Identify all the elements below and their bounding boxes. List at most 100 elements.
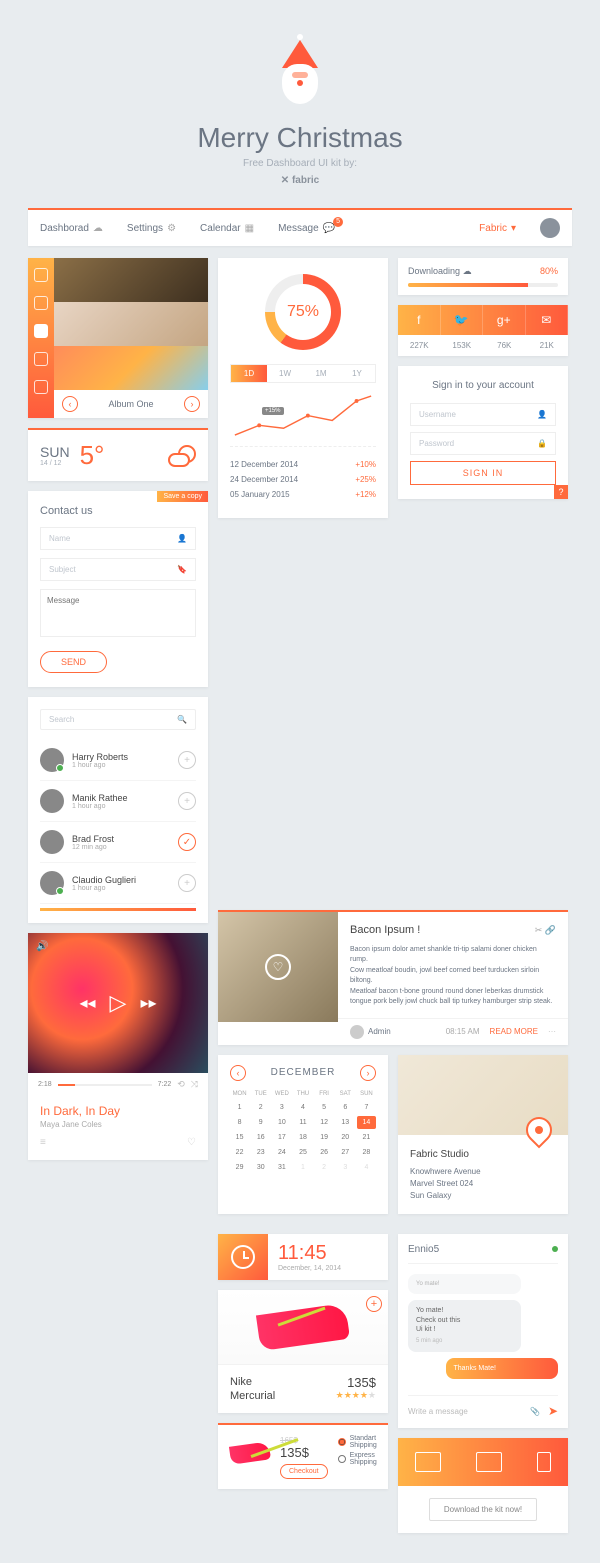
map-image[interactable] (398, 1055, 568, 1135)
calendar-day[interactable]: 27 (336, 1146, 355, 1159)
send-message-button[interactable]: ➤ (548, 1404, 558, 1418)
player-next-button[interactable]: ▸▸ (140, 993, 156, 1013)
googleplus-icon[interactable]: g+ (483, 305, 526, 335)
heart-icon[interactable] (34, 352, 48, 366)
gallery-next-button[interactable]: › (184, 396, 200, 412)
signin-title: Sign in to your account (410, 380, 556, 391)
volume-icon[interactable]: 🔊 (36, 941, 48, 952)
calendar-day[interactable]: 7 (357, 1101, 376, 1114)
calendar-next-button[interactable]: › (360, 1065, 376, 1081)
laptop-icon (476, 1452, 502, 1472)
twitter-icon[interactable]: 🐦 (441, 305, 484, 335)
link-icon[interactable]: 🔗 (545, 925, 556, 935)
tab-1w[interactable]: 1W (267, 365, 303, 382)
attach-icon[interactable]: 📎 (530, 1407, 540, 1416)
blog-like-button[interactable]: ♡ (265, 954, 291, 980)
add-to-cart-button[interactable]: + (366, 1296, 382, 1312)
more-menu-icon[interactable]: ⋯ (548, 1027, 556, 1036)
calendar-day[interactable]: 8 (230, 1116, 249, 1129)
nav-dashboard[interactable]: Dashborad☁ (40, 223, 103, 234)
calendar-day[interactable]: 31 (272, 1161, 291, 1174)
message-textarea[interactable] (40, 589, 196, 637)
scissors-icon[interactable]: ✂ (535, 925, 543, 935)
camera-icon[interactable] (34, 324, 48, 338)
help-button[interactable]: ? (554, 485, 568, 499)
calendar-day[interactable]: 11 (293, 1116, 312, 1129)
shipping-option[interactable]: Standart Shipping (338, 1435, 377, 1449)
calendar-day[interactable]: 20 (336, 1131, 355, 1144)
calendar-day[interactable]: 16 (251, 1131, 270, 1144)
signin-button[interactable]: SIGN IN (410, 461, 556, 485)
gallery-image-3[interactable] (54, 346, 208, 390)
player-play-button[interactable]: ▷ (110, 990, 127, 1016)
tab-1y[interactable]: 1Y (339, 365, 375, 382)
save-copy-tag[interactable]: Save a copy (157, 491, 208, 502)
calendar-day[interactable]: 19 (315, 1131, 334, 1144)
nav-message[interactable]: Message💬5 (278, 223, 335, 234)
contact-title: Contact us (40, 505, 196, 517)
calendar-day[interactable]: 1 (230, 1101, 249, 1114)
nav-user-dropdown[interactable]: Fabric▾ (479, 223, 516, 234)
nav-settings[interactable]: Settings⚙ (127, 223, 176, 234)
facebook-icon[interactable]: f (398, 305, 441, 335)
user-icon[interactable] (34, 296, 48, 310)
pin-icon[interactable] (34, 380, 48, 394)
download-pct: 80% (540, 266, 558, 277)
bell-icon[interactable] (34, 268, 48, 282)
calendar-day[interactable]: 12 (315, 1116, 334, 1129)
calendar-day[interactable]: 13 (336, 1116, 355, 1129)
calendar-day[interactable]: 18 (293, 1131, 312, 1144)
calendar-day[interactable]: 10 (272, 1116, 291, 1129)
calendar-day[interactable]: 26 (315, 1146, 334, 1159)
mail-count: 21K (526, 341, 569, 350)
subject-input[interactable]: Subject🔖 (40, 558, 196, 581)
gallery-image-2[interactable] (54, 302, 208, 346)
calendar-prev-button[interactable]: ‹ (230, 1065, 246, 1081)
gallery-image-1[interactable] (54, 258, 208, 302)
blog-card: ♡ Bacon Ipsum !✂ 🔗 Bacon ipsum dolor ame… (218, 910, 568, 1045)
calendar-day[interactable]: 28 (357, 1146, 376, 1159)
calendar-day[interactable]: 3 (272, 1101, 291, 1114)
social-card: f 🐦 g+ ✉ 227K 153K 76K 21K (398, 305, 568, 356)
tab-1m[interactable]: 1M (303, 365, 339, 382)
clock-icon (218, 1234, 268, 1280)
player-artwork: 🔊 ◂◂ ▷ ▸▸ (28, 933, 208, 1073)
calendar-day[interactable]: 5 (315, 1101, 334, 1114)
cloud-download-icon: ☁ (463, 266, 472, 276)
nav-calendar[interactable]: Calendar▦ (200, 223, 254, 234)
calendar-day[interactable]: 17 (272, 1131, 291, 1144)
checkout-button[interactable]: Checkout (280, 1464, 328, 1479)
gallery-prev-button[interactable]: ‹ (62, 396, 78, 412)
calendar-day[interactable]: 29 (230, 1161, 249, 1174)
calendar-day[interactable]: 9 (251, 1116, 270, 1129)
mail-icon[interactable]: ✉ (526, 305, 569, 335)
weather-day: SUN (40, 444, 70, 460)
online-status-icon (552, 1246, 558, 1252)
chat-input[interactable]: Write a message (408, 1407, 522, 1416)
send-button[interactable]: SEND (40, 651, 107, 673)
name-input[interactable]: Name👤 (40, 527, 196, 550)
read-more-link[interactable]: READ MORE (490, 1027, 538, 1036)
product-price: 135$ (336, 1375, 376, 1390)
player-seek-bar[interactable] (58, 1084, 152, 1086)
player-prev-button[interactable]: ◂◂ (79, 993, 95, 1013)
username-input[interactable]: Username👤 (410, 403, 556, 426)
calendar-day[interactable]: 22 (230, 1146, 249, 1159)
tab-1d[interactable]: 1D (231, 365, 267, 382)
calendar-day[interactable]: 30 (251, 1161, 270, 1174)
password-input[interactable]: Password🔒 (410, 432, 556, 455)
calendar-day[interactable]: 2 (251, 1101, 270, 1114)
calendar-day[interactable]: 24 (272, 1146, 291, 1159)
calendar-day[interactable]: 21 (357, 1131, 376, 1144)
signin-card: Sign in to your account Username👤 Passwo… (398, 366, 568, 499)
shipping-option[interactable]: Express Shipping (338, 1452, 377, 1466)
calendar-day[interactable]: 15 (230, 1131, 249, 1144)
calendar-day[interactable]: 14 (357, 1116, 376, 1129)
download-kit-button[interactable]: Download the kit now! (429, 1498, 537, 1521)
calendar-day[interactable]: 6 (336, 1101, 355, 1114)
user-avatar[interactable] (540, 218, 560, 238)
calendar-day[interactable]: 25 (293, 1146, 312, 1159)
calendar-day[interactable]: 4 (293, 1101, 312, 1114)
user-icon: 👤 (177, 534, 187, 543)
calendar-day[interactable]: 23 (251, 1146, 270, 1159)
